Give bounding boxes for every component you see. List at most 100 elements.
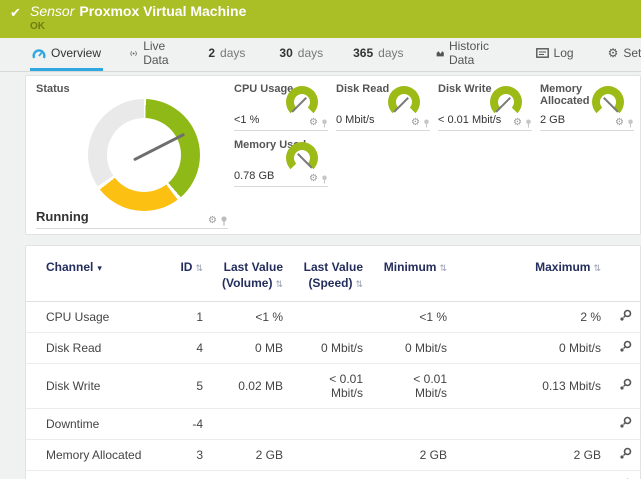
gauge-cpu-usage[interactable]: CPU Usage <1 % ⚙ — [234, 83, 328, 131]
status-check-icon: ✔ — [10, 5, 21, 21]
pin-icon[interactable] — [220, 216, 228, 226]
pin-icon[interactable] — [321, 119, 328, 128]
cell-channel: Disk Write — [26, 364, 161, 409]
memory-used-gauge — [286, 142, 318, 174]
tab-365-days-number: 365 — [353, 46, 373, 60]
tab-historic-data[interactable]: Historic Data — [434, 38, 496, 71]
tab-30-days[interactable]: 30 days — [277, 38, 325, 71]
cell-maximum — [455, 409, 609, 440]
pin-icon[interactable] — [525, 119, 532, 128]
cell-last-speed — [291, 471, 371, 479]
tab-log-label: Log — [554, 46, 574, 60]
col-minimum[interactable]: Minimum⇅ — [371, 256, 455, 302]
channel-table-panel: Channel▾ ID⇅ Last Value (Volume)⇅ Last V… — [25, 245, 641, 479]
col-last-speed[interactable]: Last Value (Speed)⇅ — [291, 256, 371, 302]
gear-icon[interactable]: ⚙ — [513, 118, 522, 128]
table-row-disk-write[interactable]: Disk Write 5 0.02 MB < 0.01 Mbit/s < 0.0… — [26, 364, 641, 409]
gauge-label: Disk Read — [336, 83, 389, 95]
gauge-value: <1 % — [234, 114, 259, 126]
table-row-disk-read[interactable]: Disk Read 4 0 MB 0 Mbit/s 0 Mbit/s 0 Mbi… — [26, 333, 641, 364]
mini-gauge-grid: CPU Usage <1 % ⚙ Disk Read 0 Mbit/s ⚙ Di… — [234, 83, 634, 187]
table-row-memory-allocated[interactable]: Memory Allocated 3 2 GB 2 GB 2 GB — [26, 440, 641, 471]
disk-read-gauge — [388, 86, 420, 118]
tab-365-days-label: days — [378, 46, 403, 60]
status-gauge-block[interactable]: Status Running ⚙ — [36, 83, 228, 229]
gauge-memory-used[interactable]: Memory Used 0.78 GB ⚙ — [234, 139, 328, 187]
cell-last-volume: 0 MB — [211, 333, 291, 364]
pin-icon[interactable] — [627, 119, 634, 128]
cell-id: -4 — [161, 409, 211, 440]
cell-channel: Memory Allocated — [26, 440, 161, 471]
sort-icon: ⇅ — [355, 279, 363, 289]
page-content: Status Running ⚙ CPU Usage <1 % ⚙ — [0, 72, 641, 479]
tab-live-data[interactable]: Live Data — [127, 38, 176, 71]
tab-overview-label: Overview — [51, 46, 101, 60]
cell-actions — [609, 364, 641, 409]
gear-icon[interactable]: ⚙ — [309, 118, 318, 128]
channel-settings-icon[interactable] — [619, 340, 632, 353]
cell-channel: CPU Usage — [26, 302, 161, 333]
chart-icon — [436, 48, 444, 59]
status-gauge-value: Running — [36, 209, 89, 224]
col-last-volume[interactable]: Last Value (Volume)⇅ — [211, 256, 291, 302]
col-id[interactable]: ID⇅ — [161, 256, 211, 302]
table-row-cpu-usage[interactable]: CPU Usage 1 <1 % <1 % 2 % — [26, 302, 641, 333]
tab-settings[interactable]: ⚙ Settings — [606, 38, 641, 71]
gear-icon[interactable]: ⚙ — [309, 174, 318, 184]
channel-settings-icon[interactable] — [619, 309, 632, 322]
gear-icon[interactable]: ⚙ — [615, 118, 624, 128]
cell-id: 5 — [161, 364, 211, 409]
gauge-disk-write[interactable]: Disk Write < 0.01 Mbit/s ⚙ — [438, 83, 532, 131]
cell-maximum: 2 % — [455, 302, 609, 333]
col-maximum[interactable]: Maximum⇅ — [455, 256, 609, 302]
chevron-down-icon: ▾ — [97, 263, 102, 273]
tab-365-days[interactable]: 365 days — [351, 38, 405, 71]
gauge-value: 0.78 GB — [234, 170, 274, 182]
tab-2-days[interactable]: 2 days — [206, 38, 247, 71]
gear-icon[interactable]: ⚙ — [208, 216, 217, 226]
cell-id: 3 — [161, 440, 211, 471]
gear-icon[interactable]: ⚙ — [411, 118, 420, 128]
cell-last-volume — [211, 409, 291, 440]
tab-2-days-number: 2 — [208, 46, 215, 60]
cell-actions — [609, 409, 641, 440]
gauge-memory-allocated[interactable]: Memory Allocated 2 GB ⚙ — [540, 83, 634, 131]
cell-channel: Memory Used — [26, 471, 161, 479]
cell-id: 1 — [161, 302, 211, 333]
sensor-header: ✔ SensorProxmox Virtual Machine OK — [0, 0, 641, 38]
table-row-downtime[interactable]: Downtime -4 — [26, 409, 641, 440]
log-icon — [536, 48, 549, 58]
cpu-usage-gauge — [286, 86, 318, 118]
tab-live-data-label: Live Data — [143, 39, 174, 67]
cell-maximum: 2 GB — [455, 440, 609, 471]
cell-last-volume: 0.02 MB — [211, 364, 291, 409]
gear-icon: ⚙ — [608, 47, 619, 59]
pin-icon[interactable] — [423, 119, 430, 128]
gauge-label: CPU Usage — [234, 83, 293, 95]
status-block-icons: ⚙ — [208, 216, 228, 226]
gauge-value: 2 GB — [540, 114, 565, 126]
gauge-icon — [32, 47, 46, 59]
tab-log[interactable]: Log — [534, 38, 576, 71]
col-channel[interactable]: Channel▾ — [26, 256, 161, 302]
broadcast-icon — [129, 48, 138, 59]
sort-icon: ⇅ — [439, 263, 447, 273]
sort-icon: ⇅ — [593, 263, 601, 273]
pin-icon[interactable] — [321, 175, 328, 184]
cell-minimum: 0.78 GB — [371, 471, 455, 479]
table-row-memory-used[interactable]: Memory Used 2 0.78 GB 0.78 GB 0.79 GB — [26, 471, 641, 479]
cell-last-volume: 0.78 GB — [211, 471, 291, 479]
cell-minimum — [371, 409, 455, 440]
channel-settings-icon[interactable] — [619, 447, 632, 460]
tab-30-days-number: 30 — [279, 46, 292, 60]
cell-last-speed — [291, 409, 371, 440]
tab-2-days-label: days — [220, 46, 245, 60]
channel-settings-icon[interactable] — [619, 378, 632, 391]
cell-actions — [609, 471, 641, 479]
cell-id: 2 — [161, 471, 211, 479]
tab-overview[interactable]: Overview — [30, 38, 103, 71]
channel-settings-icon[interactable] — [619, 416, 632, 429]
cell-minimum: <1 % — [371, 302, 455, 333]
gauge-disk-read[interactable]: Disk Read 0 Mbit/s ⚙ — [336, 83, 430, 131]
cell-actions — [609, 302, 641, 333]
